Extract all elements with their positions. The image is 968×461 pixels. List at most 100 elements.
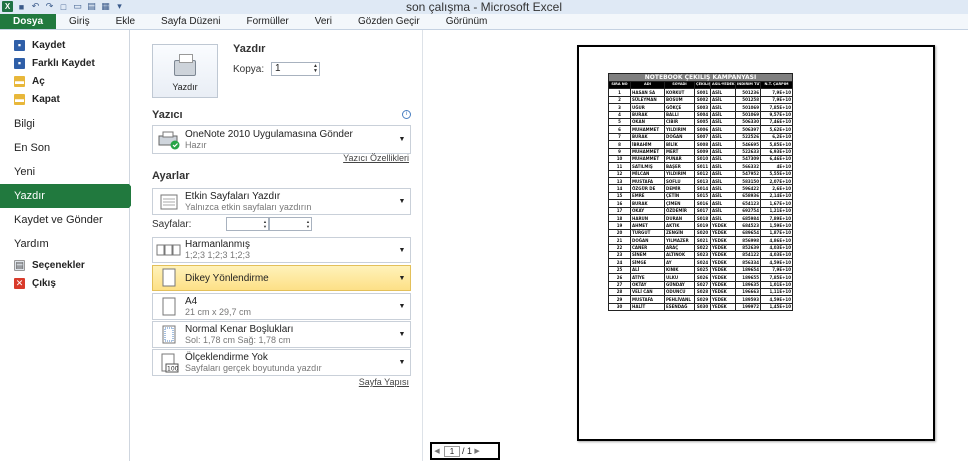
table-cell: 566332 xyxy=(735,162,761,171)
table-cell: ASİL xyxy=(710,88,736,97)
table-cell: YEDEK xyxy=(710,295,736,304)
tab-gorunum[interactable]: Görünüm xyxy=(433,14,501,29)
tab-gozden-gecir[interactable]: Gözden Geçir xyxy=(345,14,433,29)
pages-from-input[interactable]: ▲ ▼ xyxy=(226,217,269,231)
table-cell: MİLCAN xyxy=(630,169,665,179)
table-cell: 6,2E+10 xyxy=(760,132,793,142)
nav-yazdir[interactable]: Yazdır xyxy=(0,184,139,208)
nav-yardim[interactable]: Yardım xyxy=(0,232,129,256)
print-heading: Yazdır xyxy=(233,43,266,55)
nav-yeni[interactable]: Yeni xyxy=(0,160,129,184)
previous-page-icon[interactable]: ◀ xyxy=(432,447,442,455)
table-cell: YEDEK xyxy=(710,228,736,238)
table-row: 18 HARUN DURAN S018 ASİL 685984 7,89E+10 xyxy=(608,214,793,223)
table-cell: BURAK xyxy=(630,199,665,208)
table-cell: 13 xyxy=(608,177,631,186)
paper-size-dropdown[interactable]: A4 21 cm x 29,7 cm ▼ xyxy=(152,293,411,320)
table-cell: MUHAMMET xyxy=(630,147,665,156)
table-cell: 199972 xyxy=(735,302,761,312)
print-what-dropdown[interactable]: Etkin Sayfaları Yazdır Yalnızca etkin sa… xyxy=(152,188,411,215)
table-cell: 583150 xyxy=(735,177,761,186)
table-cell: 596422 xyxy=(735,184,761,193)
table-cell: S001 xyxy=(694,88,711,97)
table-cell: YEDEK xyxy=(710,221,736,230)
pages-to-input[interactable]: ▲ ▼ xyxy=(269,217,312,231)
nav-kaydet-ve-gonder[interactable]: Kaydet ve Gönder xyxy=(0,208,129,232)
table-cell: ZENGİN xyxy=(664,228,695,238)
table-cell: S020 xyxy=(694,228,711,238)
table-cell: 9,57E+10 xyxy=(760,110,793,119)
table-row: 8 İBRAHİM BİLİK S008 ASİL 546695 5,85E+10 xyxy=(608,140,793,149)
table-header-cell: N.T. ÇARPIM xyxy=(760,80,793,90)
table-cell: SÜLEYMAN xyxy=(630,95,665,105)
nav-en-son[interactable]: En Son xyxy=(0,136,129,160)
table-cell: 522633 xyxy=(735,147,761,156)
tab-formuller[interactable]: Formüller xyxy=(234,14,302,29)
scaling-dropdown[interactable]: 100 Ölçeklendirme Yok Sayfaları gerçek b… xyxy=(152,349,411,376)
table-header-row: SIRA NOADISOYADIÇEKİLİŞ NOASİL-YEDEKİNDİ… xyxy=(608,80,793,90)
scaling-value: Ölçeklendirme Yok xyxy=(185,351,268,363)
orientation-dropdown[interactable]: Dikey Yönlendirme ▼ xyxy=(152,265,411,291)
printer-dropdown[interactable]: OneNote 2010 Uygulamasına Gönder Hazır ▼ xyxy=(152,125,411,154)
table-cell: HALİT xyxy=(630,302,665,312)
tab-dosya[interactable]: Dosya xyxy=(0,14,57,29)
margins-dropdown[interactable]: Normal Kenar Boşlukları Sol: 1,78 cm Sağ… xyxy=(152,321,411,348)
table-cell: BOSUM xyxy=(664,95,695,105)
table-cell: 7,9E+10 xyxy=(760,95,793,105)
table-cell: 506330 xyxy=(735,117,761,127)
table-cell: 22 xyxy=(608,243,631,253)
table-cell: S027 xyxy=(694,280,711,289)
table-cell: S018 xyxy=(694,214,711,223)
table-cell: ASİL xyxy=(710,95,736,105)
nav-ac[interactable]: ▬ Aç xyxy=(0,72,129,90)
table-cell: S028 xyxy=(694,287,711,297)
table-cell: 1 xyxy=(608,88,631,97)
print-settings-pane: Yazdır Yazdır Kopya: 1 ▲ ▼ Yazıcı i OneNo… xyxy=(131,30,423,461)
current-page-input[interactable]: 1 xyxy=(444,445,460,457)
scaling-icon: 100 xyxy=(156,352,182,374)
nav-kapat[interactable]: ▬ Kapat xyxy=(0,90,129,108)
table-cell: 522526 xyxy=(735,132,761,142)
orientation-value: Dikey Yönlendirme xyxy=(185,272,269,284)
collate-dropdown[interactable]: Harmanlanmış 1;2;3 1;2;3 1;2;3 ▼ xyxy=(152,237,411,263)
table-cell: 654123 xyxy=(735,199,761,208)
table-cell: 1,01E+10 xyxy=(760,280,793,289)
nav-cikis[interactable]: ✕ Çıkış xyxy=(0,274,129,292)
nav-bilgi[interactable]: Bilgi xyxy=(0,112,129,136)
copies-input[interactable]: 1 ▲ ▼ xyxy=(271,62,320,76)
next-page-icon[interactable]: ▶ xyxy=(472,447,482,455)
table-cell: 506397 xyxy=(735,125,761,134)
nav-kaydet[interactable]: ▪ Kaydet xyxy=(0,36,129,54)
table-row: 28 VELİ CAN ODUNCU S028 YEDEK 196663 1,11E+10 xyxy=(608,287,793,297)
table-cell: 501069 xyxy=(735,110,761,119)
table-header-cell: İNDİRİM TUTARI xyxy=(735,80,761,90)
nav-secenekler[interactable]: ▤ Seçenekler xyxy=(0,256,129,274)
table-cell: KORKUT xyxy=(664,88,695,97)
table-cell: YEDEK xyxy=(710,250,736,260)
table-cell: 17 xyxy=(608,206,631,216)
table-cell: DOĞAN xyxy=(664,132,695,142)
printer-properties-link[interactable]: Yazıcı Özellikleri xyxy=(343,153,409,163)
table-row: 14 ÖZGÜR DE DEMİR S014 ASİL 596422 2,6E+10 xyxy=(608,184,793,193)
table-cell: BURAK xyxy=(630,132,665,142)
tab-ekle[interactable]: Ekle xyxy=(103,14,148,29)
info-icon[interactable]: i xyxy=(402,110,411,119)
margins-icon xyxy=(156,324,182,346)
table-cell: 6,46E+10 xyxy=(760,154,793,164)
copies-spinner[interactable]: ▲ ▼ xyxy=(313,64,318,74)
table-row: 21 DOĞAN YILMAZER S021 YEDEK 856998 4,86E+10 xyxy=(608,236,793,245)
table-cell: 19 xyxy=(608,221,631,230)
paper-size-value: A4 xyxy=(185,295,198,307)
nav-farkli-kaydet[interactable]: ▪ Farklı Kaydet xyxy=(0,54,129,72)
tab-veri[interactable]: Veri xyxy=(302,14,345,29)
tab-giris[interactable]: Giriş xyxy=(56,14,103,29)
table-cell: 689654 xyxy=(735,228,761,238)
table-cell: ASİL xyxy=(710,132,736,142)
table-cell: 658936 xyxy=(735,191,761,201)
table-cell: S003 xyxy=(694,103,711,112)
table-cell: 1,11E+10 xyxy=(760,287,793,297)
page-setup-link[interactable]: Sayfa Yapısı xyxy=(359,377,409,387)
tab-sayfa-duzeni[interactable]: Sayfa Düzeni xyxy=(148,14,233,29)
print-button[interactable]: Yazdır xyxy=(152,44,218,98)
table-cell: S008 xyxy=(694,140,711,149)
